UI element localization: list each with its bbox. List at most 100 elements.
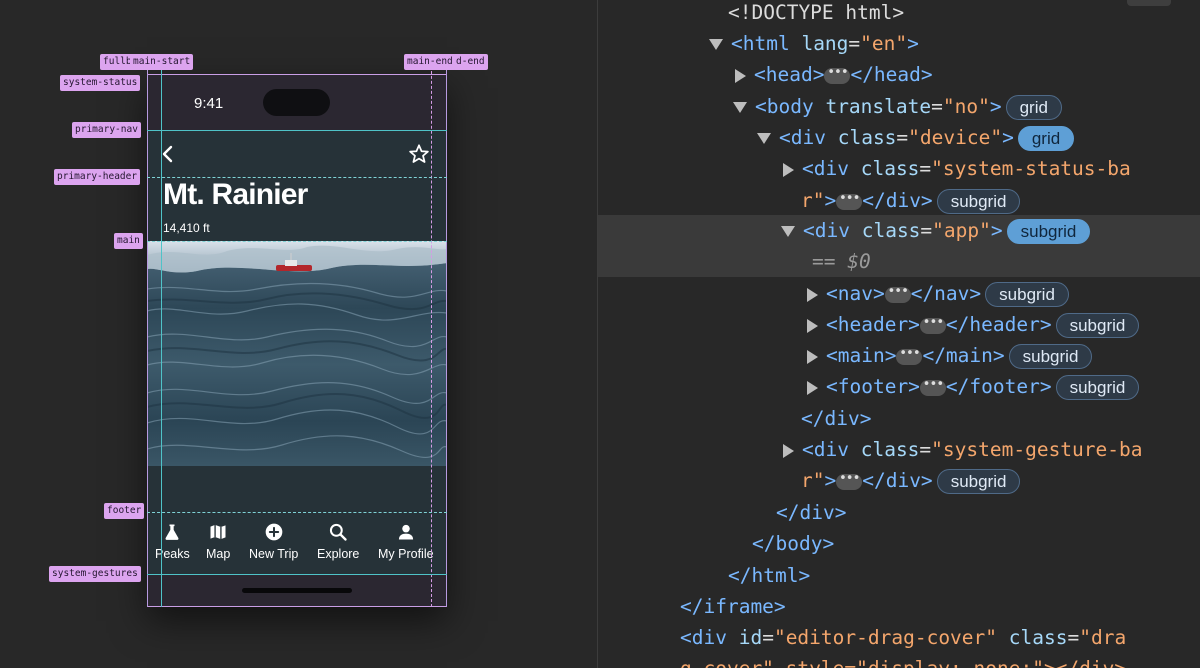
- attr-value: "app": [932, 219, 991, 242]
- expand-toggle-icon[interactable]: [735, 68, 746, 83]
- grid-badge-active[interactable]: grid: [1017, 126, 1075, 151]
- subgrid-badge[interactable]: subgrid: [936, 189, 1021, 214]
- subgrid-badge[interactable]: subgrid: [1055, 375, 1140, 400]
- attr-name: class: [860, 438, 920, 461]
- device-frame: 9:41 Mt. Rainier 14,410 ft Peaks Map New…: [147, 74, 447, 607]
- dom-node-system-gesture-bar[interactable]: <div class="system-gesture-ba: [781, 434, 1143, 465]
- tab-bar: Peaks Map New Trip Explore My Profile: [147, 512, 447, 574]
- dom-node-app-close[interactable]: </div>: [801, 403, 871, 434]
- attr-value: "editor-drag-cover": [773, 626, 998, 649]
- tag-text: <div: [779, 126, 826, 149]
- add-circle-icon: [265, 523, 282, 541]
- attr-value: "dra: [1079, 626, 1127, 649]
- tag-text: </html>: [728, 564, 811, 587]
- page-title: Mt. Rainier: [163, 178, 308, 211]
- expand-toggle-icon[interactable]: [783, 443, 794, 458]
- tab-new-trip[interactable]: New Trip: [249, 522, 298, 561]
- attr-value: "en": [860, 32, 908, 55]
- dom-node-system-status-bar[interactable]: <div class="system-status-ba: [781, 153, 1131, 184]
- grid-label-fullbleed-start: fullb: [100, 54, 134, 70]
- expand-toggle-icon[interactable]: [807, 349, 818, 364]
- dom-node-device[interactable]: <div class="device"> grid: [757, 122, 1075, 153]
- dom-node-main[interactable]: <main> ••• </main> subgrid: [805, 340, 1093, 371]
- dom-node-body[interactable]: <body translate="no"> grid: [733, 91, 1062, 122]
- grid-label-primary-header: primary-header: [54, 169, 141, 185]
- tag-text: <nav>: [826, 282, 885, 305]
- dom-node-footer[interactable]: <footer> ••• </footer> subgrid: [805, 371, 1140, 402]
- dom-node-drag-cover[interactable]: <div id="editor-drag-cover" class="dra: [680, 622, 1126, 653]
- tab-label: Map: [206, 547, 231, 561]
- dom-node-app-selected[interactable]: <div class="app"> subgrid: [598, 215, 1200, 246]
- dom-node-device-close[interactable]: </div>: [776, 497, 846, 528]
- ellipsis-icon[interactable]: •••: [884, 285, 911, 303]
- grid-label-system-status: system-status: [60, 75, 141, 91]
- expand-toggle-icon[interactable]: [783, 162, 794, 177]
- search-icon: [330, 523, 347, 541]
- ellipsis-icon[interactable]: •••: [824, 66, 851, 84]
- dom-node-html[interactable]: <html lang="en">: [709, 28, 919, 59]
- expand-toggle-icon[interactable]: [781, 226, 795, 237]
- subgrid-badge-active[interactable]: subgrid: [1006, 219, 1091, 244]
- dom-selected-ref: == $0: [598, 246, 1200, 277]
- attr-name: lang: [801, 32, 849, 55]
- dom-node-doctype[interactable]: <!DOCTYPE html>: [728, 0, 904, 28]
- tab-explore[interactable]: Explore: [317, 522, 359, 561]
- tab-map[interactable]: Map: [206, 522, 230, 561]
- grid-label-main: main: [114, 233, 143, 249]
- lake-photo: [147, 241, 447, 466]
- doctype-text: <!DOCTYPE html>: [728, 1, 905, 24]
- tag-text: </div>: [776, 501, 847, 524]
- dom-node-iframe-close[interactable]: </iframe>: [680, 591, 786, 622]
- dom-node-system-status-bar-cont[interactable]: r"> ••• </div> subgrid: [801, 185, 1021, 216]
- tab-label: New Trip: [249, 547, 299, 561]
- dynamic-island: [263, 89, 330, 116]
- tag-text: </iframe>: [680, 595, 786, 618]
- subgrid-badge[interactable]: subgrid: [1055, 313, 1140, 338]
- dom-node-nav[interactable]: <nav> ••• </nav> subgrid: [805, 278, 1069, 309]
- dom-node-drag-cover-cont[interactable]: g-cover" style="display: none;"></div>: [680, 653, 1126, 668]
- ellipsis-icon[interactable]: •••: [896, 347, 923, 365]
- tag-text: </header>: [945, 313, 1052, 336]
- grid-badge[interactable]: grid: [1005, 95, 1062, 120]
- system-gesture-bar: [147, 574, 447, 607]
- ellipsis-icon[interactable]: •••: [836, 472, 863, 490]
- ellipsis-icon[interactable]: •••: [919, 378, 946, 396]
- elements-panel: <!DOCTYPE html> <html lang="en"> <head> •…: [598, 0, 1200, 668]
- tab-my-profile[interactable]: My Profile: [378, 522, 434, 561]
- dom-node-header[interactable]: <header> ••• </header> subgrid: [805, 309, 1140, 340]
- attr-name: class: [860, 157, 920, 180]
- tab-peaks[interactable]: Peaks: [155, 522, 190, 561]
- subgrid-badge[interactable]: subgrid: [1008, 344, 1093, 369]
- tag-text: <html: [731, 32, 790, 55]
- expand-toggle-icon[interactable]: [807, 287, 818, 302]
- ellipsis-icon[interactable]: •••: [919, 316, 946, 334]
- tag-text: <main>: [826, 344, 897, 367]
- expand-toggle-icon[interactable]: [807, 380, 818, 395]
- selected-node-ref: == $0: [812, 250, 871, 273]
- expand-toggle-icon[interactable]: [757, 133, 771, 144]
- scroll-indicator: [1127, 0, 1171, 6]
- subgrid-badge[interactable]: subgrid: [985, 282, 1069, 307]
- expand-toggle-icon[interactable]: [733, 102, 747, 113]
- attr-name: class: [1008, 626, 1068, 649]
- ellipsis-icon[interactable]: •••: [836, 192, 863, 210]
- map-icon: [210, 524, 226, 540]
- expand-toggle-icon[interactable]: [807, 318, 818, 333]
- preview-pane: 9:41 Mt. Rainier 14,410 ft Peaks Map New…: [0, 0, 597, 668]
- back-chevron-icon[interactable]: [161, 144, 175, 164]
- attr-value: r": [801, 469, 825, 492]
- home-indicator: [242, 588, 352, 593]
- tab-label: My Profile: [378, 547, 434, 561]
- attr-value: "device": [908, 126, 1003, 149]
- status-time: 9:41: [194, 95, 224, 112]
- star-icon[interactable]: [408, 143, 430, 165]
- dom-node-head[interactable]: <head> ••• </head>: [733, 59, 933, 90]
- tag-text: <head>: [754, 63, 825, 86]
- dom-node-html-close[interactable]: </html>: [728, 560, 810, 591]
- dom-node-system-gesture-bar-cont[interactable]: r"> ••• </div> subgrid: [801, 465, 1021, 496]
- dom-node-body-close[interactable]: </body>: [752, 528, 834, 559]
- subgrid-badge[interactable]: subgrid: [936, 469, 1021, 494]
- grid-label-main-start: main-start: [130, 54, 194, 70]
- attr-name: translate: [825, 95, 932, 118]
- expand-toggle-icon[interactable]: [709, 39, 723, 50]
